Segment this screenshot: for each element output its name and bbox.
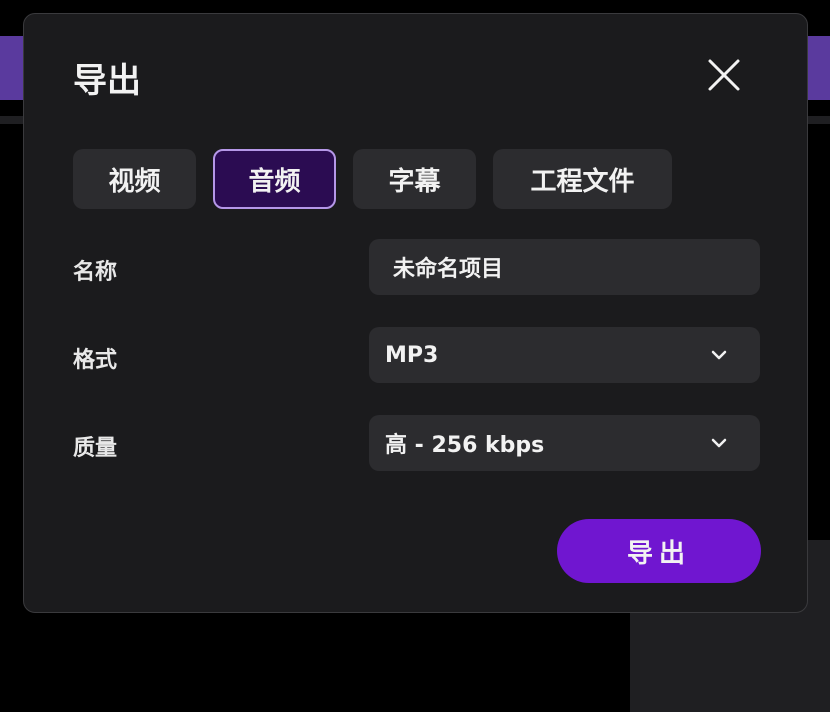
format-label: 格式 (73, 348, 118, 373)
export-dialog: 导出 视频 音频 字幕 工程文件 名称 格式 MP3 质量 高 - 256 kb… (23, 13, 808, 613)
quality-value: 高 - 256 kbps (385, 433, 545, 458)
tab-project-files[interactable]: 工程文件 (493, 149, 672, 209)
tab-subtitles[interactable]: 字幕 (353, 149, 476, 209)
format-select[interactable]: MP3 (369, 327, 760, 383)
background-app-bar (0, 36, 24, 100)
export-button[interactable]: 导出 (557, 519, 761, 583)
quality-label: 质量 (73, 436, 118, 461)
dialog-title: 导出 (73, 61, 141, 101)
format-value: MP3 (385, 342, 439, 368)
quality-select[interactable]: 高 - 256 kbps (369, 415, 760, 471)
chevron-down-icon (711, 350, 727, 360)
name-input[interactable] (369, 254, 760, 280)
tab-video[interactable]: 视频 (73, 149, 196, 209)
name-label: 名称 (73, 260, 118, 285)
tab-audio[interactable]: 音频 (213, 149, 336, 209)
chevron-down-icon (711, 438, 727, 448)
background-app-bar (808, 36, 830, 100)
close-button[interactable] (707, 58, 741, 92)
close-icon (708, 59, 740, 91)
name-field-wrapper (369, 239, 760, 295)
